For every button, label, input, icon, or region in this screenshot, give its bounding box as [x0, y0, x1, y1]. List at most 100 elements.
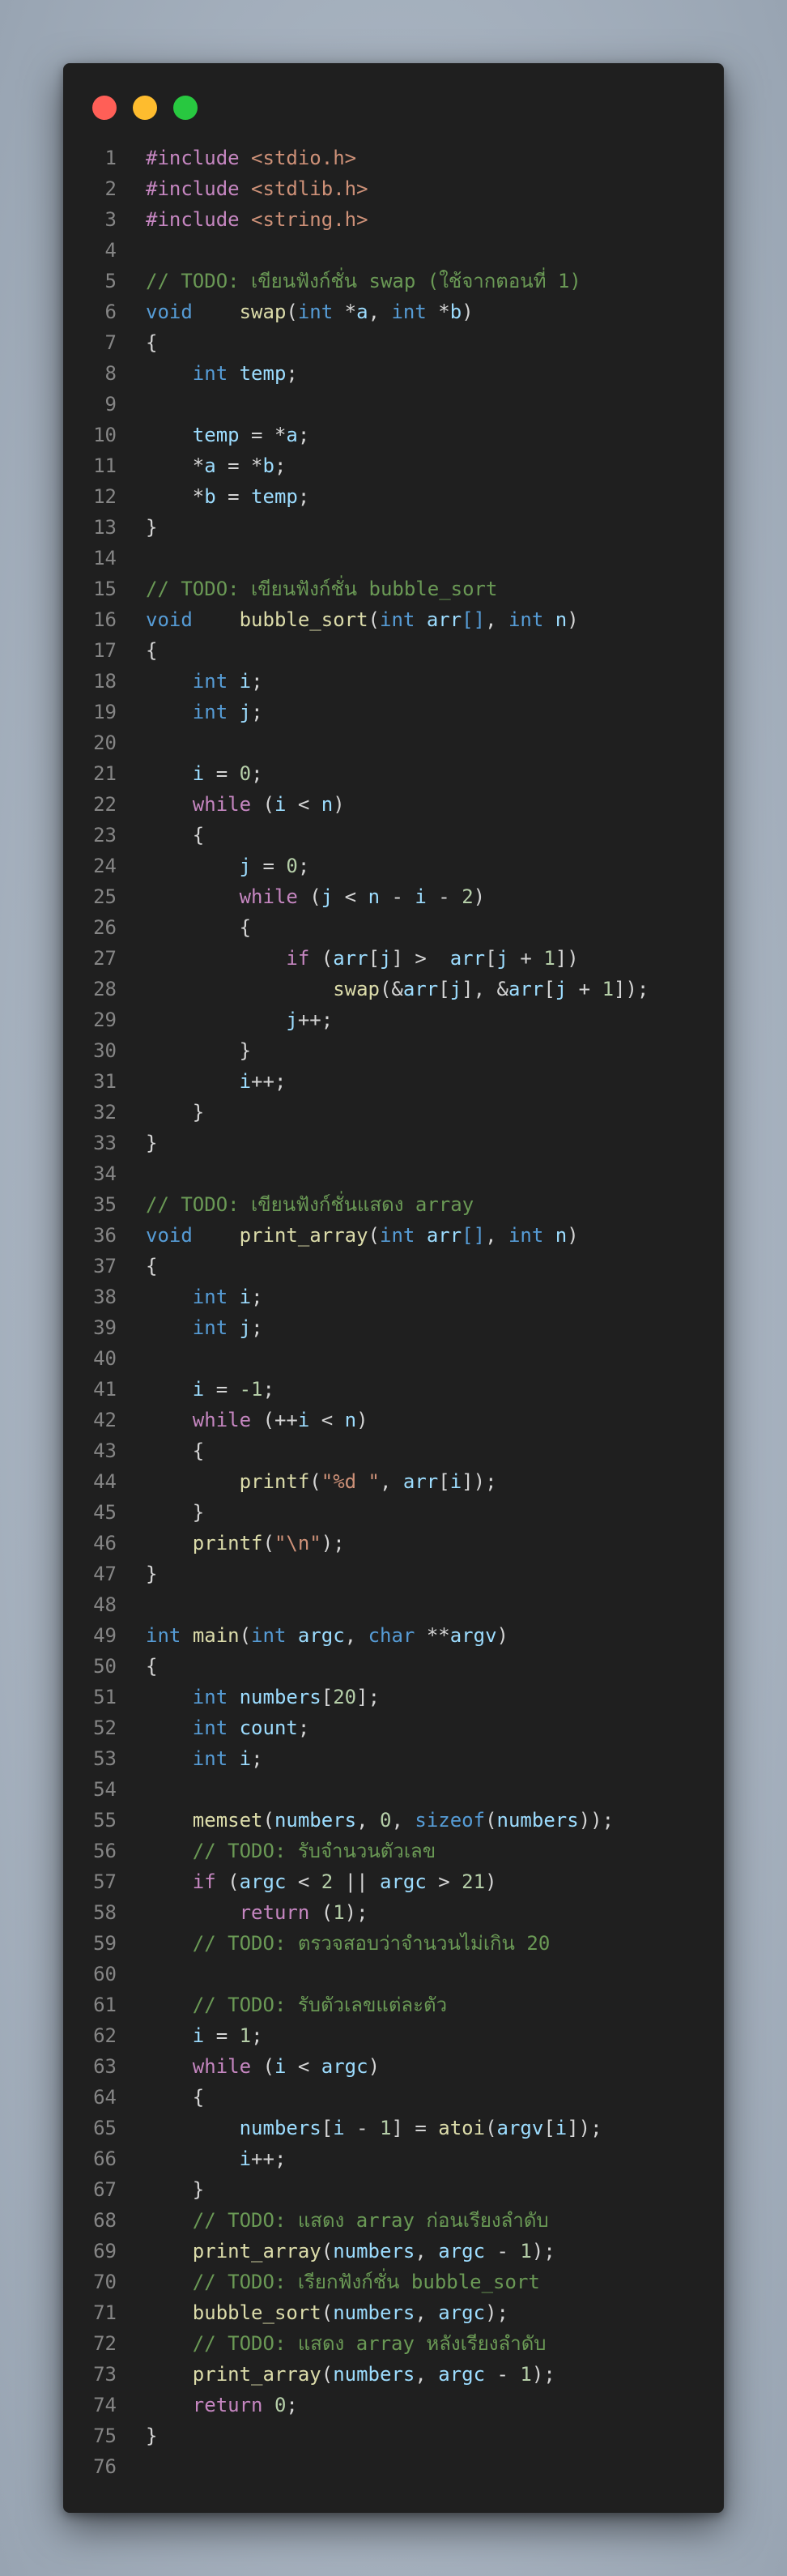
code-token: i [555, 2117, 568, 2139]
code-line: 26 { [63, 912, 724, 943]
code-token: ( [368, 608, 380, 631]
code-token: i [415, 885, 427, 908]
code-token: ; [251, 701, 263, 723]
code-token: swap [239, 301, 287, 323]
code-token: , [415, 2301, 439, 2324]
code-token: argv [449, 1624, 497, 1647]
code-token: j [239, 1316, 252, 1339]
code-line: 1 #include <stdio.h> [63, 143, 724, 173]
code-token: "%d " [321, 1470, 380, 1493]
line-number: 66 [93, 2147, 117, 2170]
code-token: 0 [380, 1809, 392, 1832]
code-token: ; [251, 670, 263, 693]
code-line: 69 print_array(numbers, argc - 1); [63, 2236, 724, 2267]
code-line: 2 #include <stdlib.h> [63, 173, 724, 204]
code-line: 9 [63, 389, 724, 420]
line-number: 31 [93, 1070, 117, 1093]
code-token: // TODO: เขียนฟังก์ชั่น bubble_sort [146, 578, 498, 600]
code-token: 1 [333, 1901, 345, 1924]
code-token: ) [473, 885, 486, 908]
code-token: - [485, 2240, 521, 2263]
code-token: #include [146, 147, 252, 169]
code-token: ( [297, 885, 321, 908]
code-token: ( [215, 1870, 240, 1893]
code-token: ) [356, 1409, 368, 1431]
code-line: 60 [63, 1959, 724, 1990]
code-token: 1 [520, 2363, 532, 2386]
code-token: int [508, 608, 544, 631]
code-token: ; [297, 1717, 310, 1739]
code-token: numbers [496, 1809, 579, 1832]
code-token: ; [262, 1378, 274, 1401]
code-token: [ [543, 2117, 555, 2139]
code-token: j [496, 947, 508, 970]
code-token: temp [192, 424, 240, 446]
code-token: i [239, 2147, 252, 2170]
maximize-button[interactable] [173, 96, 198, 120]
code-line: 23 { [63, 820, 724, 851]
close-button[interactable] [92, 96, 117, 120]
code-token: (& [379, 978, 403, 1000]
code-token: n [555, 1224, 568, 1247]
code-token: || [333, 1870, 381, 1893]
code-token: ); [344, 1901, 368, 1924]
line-number: 7 [104, 331, 117, 354]
code-line: 57 if (argc < 2 || argc > 21) [63, 1866, 724, 1897]
code-token: j [555, 978, 568, 1000]
line-number: 72 [93, 2332, 117, 2355]
line-number: 24 [93, 855, 117, 877]
code-editor[interactable]: 1 #include <stdio.h> 2 #include <stdlib.h> 3… [63, 143, 724, 2482]
code-line: 54 [63, 1774, 724, 1805]
code-token: ); [485, 2301, 508, 2324]
code-token: #include [146, 177, 252, 200]
code-token: ( [485, 1809, 497, 1832]
code-token: print_array [239, 1224, 368, 1247]
line-number: 55 [93, 1809, 117, 1832]
code-line: 13} [63, 512, 724, 543]
line-number: 41 [93, 1378, 117, 1401]
code-token: [ [368, 947, 381, 970]
code-token: * [333, 301, 357, 323]
code-line: 16 void bubble_sort(int arr[], int n) [63, 604, 724, 635]
code-token: { [146, 331, 158, 354]
code-token: 1 [543, 947, 555, 970]
code-line: 45 } [63, 1497, 724, 1528]
line-number: 30 [93, 1039, 117, 1062]
code-token: ; [286, 2394, 298, 2416]
code-line: 21 i = 0; [63, 758, 724, 789]
line-number: 39 [93, 1316, 117, 1339]
line-number: 40 [93, 1347, 117, 1370]
code-token: [ [438, 1470, 450, 1493]
code-token: printf [239, 1470, 310, 1493]
code-token: ( [262, 1809, 274, 1832]
code-token: memset [192, 1809, 263, 1832]
code-token: < [333, 885, 368, 908]
code-token: ] > [391, 947, 450, 970]
code-token: int [192, 1286, 228, 1308]
code-token: argc [438, 2363, 486, 2386]
code-token: argc [438, 2240, 486, 2263]
code-token: = [251, 855, 287, 877]
code-token: int [380, 1224, 415, 1247]
minimize-button[interactable] [133, 96, 157, 120]
line-number: 10 [93, 424, 117, 446]
code-token: argc [321, 2055, 368, 2078]
code-token: i [274, 793, 287, 816]
code-token: int [192, 1316, 228, 1339]
code-token: ) [567, 608, 579, 631]
code-line: 47} [63, 1559, 724, 1589]
line-number: 9 [104, 393, 117, 416]
line-number: 70 [93, 2271, 117, 2293]
code-token: int [192, 670, 228, 693]
code-token: n [368, 885, 381, 908]
code-token: ( [239, 1624, 252, 1647]
